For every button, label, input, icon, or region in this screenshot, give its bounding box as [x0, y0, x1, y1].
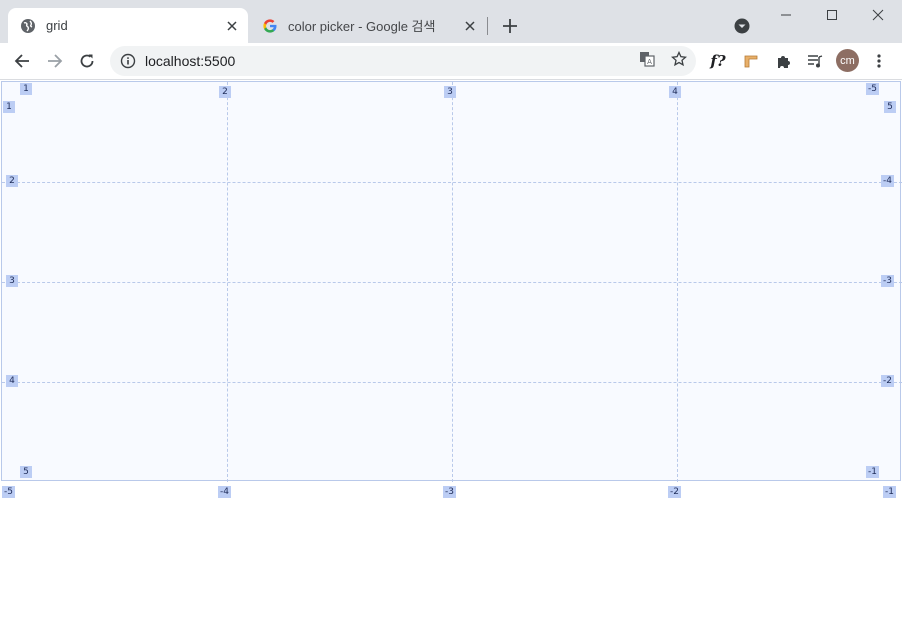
forward-button[interactable]: [45, 51, 65, 71]
globe-icon: [20, 18, 36, 34]
close-tab-icon[interactable]: [224, 18, 240, 34]
browser-toolbar: localhost:5500 A f? cm: [0, 43, 902, 79]
tab-separator: [487, 17, 488, 35]
grid-column-label: -2: [668, 486, 681, 498]
grid-column-label: 4: [669, 86, 681, 98]
grid-column-label: -1: [883, 486, 896, 498]
grid-row-label: 5: [20, 466, 32, 478]
tab-strip: grid color picker - Google 검색: [0, 0, 902, 43]
close-icon: [872, 9, 884, 21]
info-icon[interactable]: [120, 53, 136, 69]
chevron-down-icon: [734, 18, 750, 34]
puzzle-icon[interactable]: [774, 52, 792, 70]
tab-title: color picker - Google 검색: [288, 19, 436, 34]
tab-search-button[interactable]: [733, 17, 751, 35]
maximize-button[interactable]: [809, 0, 855, 30]
bookmark-star-icon[interactable]: [670, 50, 688, 68]
grid-row-label: 3: [6, 275, 18, 287]
media-control-icon[interactable]: [806, 52, 824, 70]
tab-grid[interactable]: grid: [8, 8, 248, 43]
forward-arrow-icon: [48, 54, 63, 68]
grid-row-label: 2: [6, 175, 18, 187]
minimize-button[interactable]: [763, 0, 809, 30]
grid-column-label: 2: [219, 86, 231, 98]
plus-icon: [503, 19, 517, 33]
grid-row-label: -4: [881, 175, 894, 187]
url-text: localhost:5500: [145, 53, 236, 69]
grid-row-label: -1: [866, 466, 879, 478]
back-button[interactable]: [12, 51, 32, 71]
maximize-icon: [827, 10, 837, 20]
svg-text:A: A: [647, 58, 652, 66]
reload-icon: [80, 54, 94, 68]
close-window-button[interactable]: [855, 0, 901, 30]
translate-icon[interactable]: A: [638, 50, 656, 68]
grid-row-label: 1: [3, 101, 15, 113]
address-bar[interactable]: localhost:5500: [110, 46, 696, 76]
grid-row-line: [2, 382, 902, 383]
google-icon: [262, 18, 278, 34]
minimize-icon: [781, 14, 791, 16]
grid-column-label: -4: [218, 486, 231, 498]
grid-column-label: -5: [866, 83, 879, 95]
grid-row-line: [2, 182, 902, 183]
tab-title: grid: [46, 18, 68, 33]
ruler-ext-icon[interactable]: [742, 52, 760, 70]
grid-row-label: -3: [881, 275, 894, 287]
tab-color-picker[interactable]: color picker - Google 검색: [250, 8, 486, 43]
close-tab-icon[interactable]: [462, 18, 478, 34]
grid-column-label: -5: [2, 486, 15, 498]
fonts-ext-icon[interactable]: f?: [709, 52, 727, 70]
grid-column-label: 1: [20, 83, 32, 95]
grid-row-label: 5: [884, 101, 896, 113]
menu-kebab-icon[interactable]: [870, 52, 888, 70]
grid-row-line: [2, 282, 902, 283]
grid-row-label: 4: [6, 375, 18, 387]
new-tab-button[interactable]: [500, 16, 520, 36]
grid-overlay: [1, 81, 902, 482]
profile-avatar[interactable]: cm: [836, 49, 859, 72]
grid-column-label: 3: [444, 86, 456, 98]
page-viewport: 1 2 3 4 -5 1 2 3 4 5 5 -4 -3 -2 -1 -5 -4…: [0, 79, 902, 626]
grid-column-label: -3: [443, 486, 456, 498]
grid-row-label: -2: [881, 375, 894, 387]
reload-button[interactable]: [77, 51, 97, 71]
back-arrow-icon: [14, 54, 29, 68]
